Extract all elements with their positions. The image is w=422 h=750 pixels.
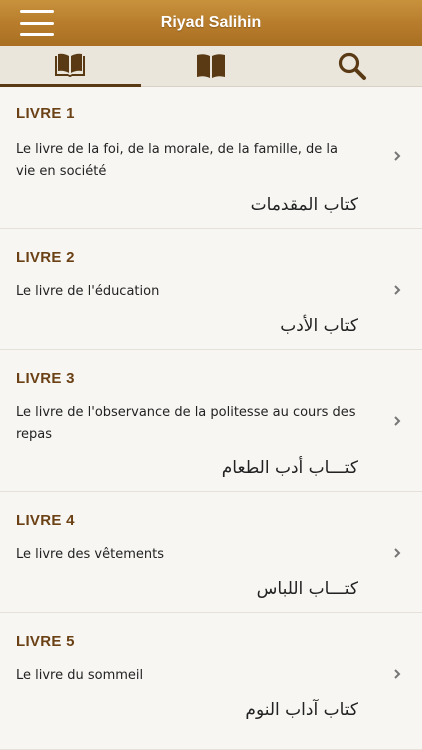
search-icon [338, 52, 366, 80]
book-description: Le livre de l'éducation [16, 284, 160, 299]
chevron-right-icon [394, 416, 401, 426]
list-item-book-5[interactable]: LIVRE 5 Le livre du sommeil كتاب آداب ال… [0, 613, 422, 750]
list-item-book-1[interactable]: LIVRE 1 Le livre de la foi, de la morale… [0, 87, 422, 229]
book-heading: LIVRE 1 [16, 105, 75, 122]
book-heading: LIVRE 3 [16, 370, 75, 387]
closed-book-icon [197, 54, 225, 78]
book-heading: LIVRE 4 [16, 512, 75, 529]
book-arabic-title: كتـــاب اللباس [256, 579, 358, 599]
book-heading: LIVRE 2 [16, 249, 75, 266]
book-description: Le livre de l'observance de la politesse… [16, 405, 356, 442]
list-item-book-3[interactable]: LIVRE 3 Le livre de l'observance de la p… [0, 350, 422, 492]
chevron-right-icon [394, 548, 401, 558]
list-item-book-2[interactable]: LIVRE 2 Le livre de l'éducation كتاب الأ… [0, 229, 422, 350]
book-arabic-title: كتاب المقدمات [250, 195, 358, 215]
list-item-book-4[interactable]: LIVRE 4 Le livre des vêtements كتـــاب ا… [0, 492, 422, 613]
book-description: Le livre des vêtements [16, 547, 164, 562]
navbar: Riyad Salihin [0, 0, 422, 46]
tab-bar [0, 46, 422, 87]
app-title: Riyad Salihin [160, 14, 262, 31]
tab-books[interactable] [0, 46, 141, 87]
chevron-right-icon [394, 285, 401, 295]
book-arabic-title: كتاب آداب النوم [245, 700, 358, 720]
tab-search[interactable] [281, 46, 422, 86]
book-arabic-title: كتـــاب أدب الطعام [221, 458, 358, 478]
open-book-icon [55, 53, 86, 77]
book-list: LIVRE 1 Le livre de la foi, de la morale… [0, 87, 422, 750]
book-arabic-title: كتاب الأدب [280, 316, 358, 336]
tab-chapters[interactable] [141, 46, 282, 86]
book-description: Le livre de la foi, de la morale, de la … [16, 142, 339, 179]
book-heading: LIVRE 5 [16, 633, 75, 650]
chevron-right-icon [394, 669, 401, 679]
book-description: Le livre du sommeil [16, 668, 144, 683]
chevron-right-icon [394, 151, 401, 161]
